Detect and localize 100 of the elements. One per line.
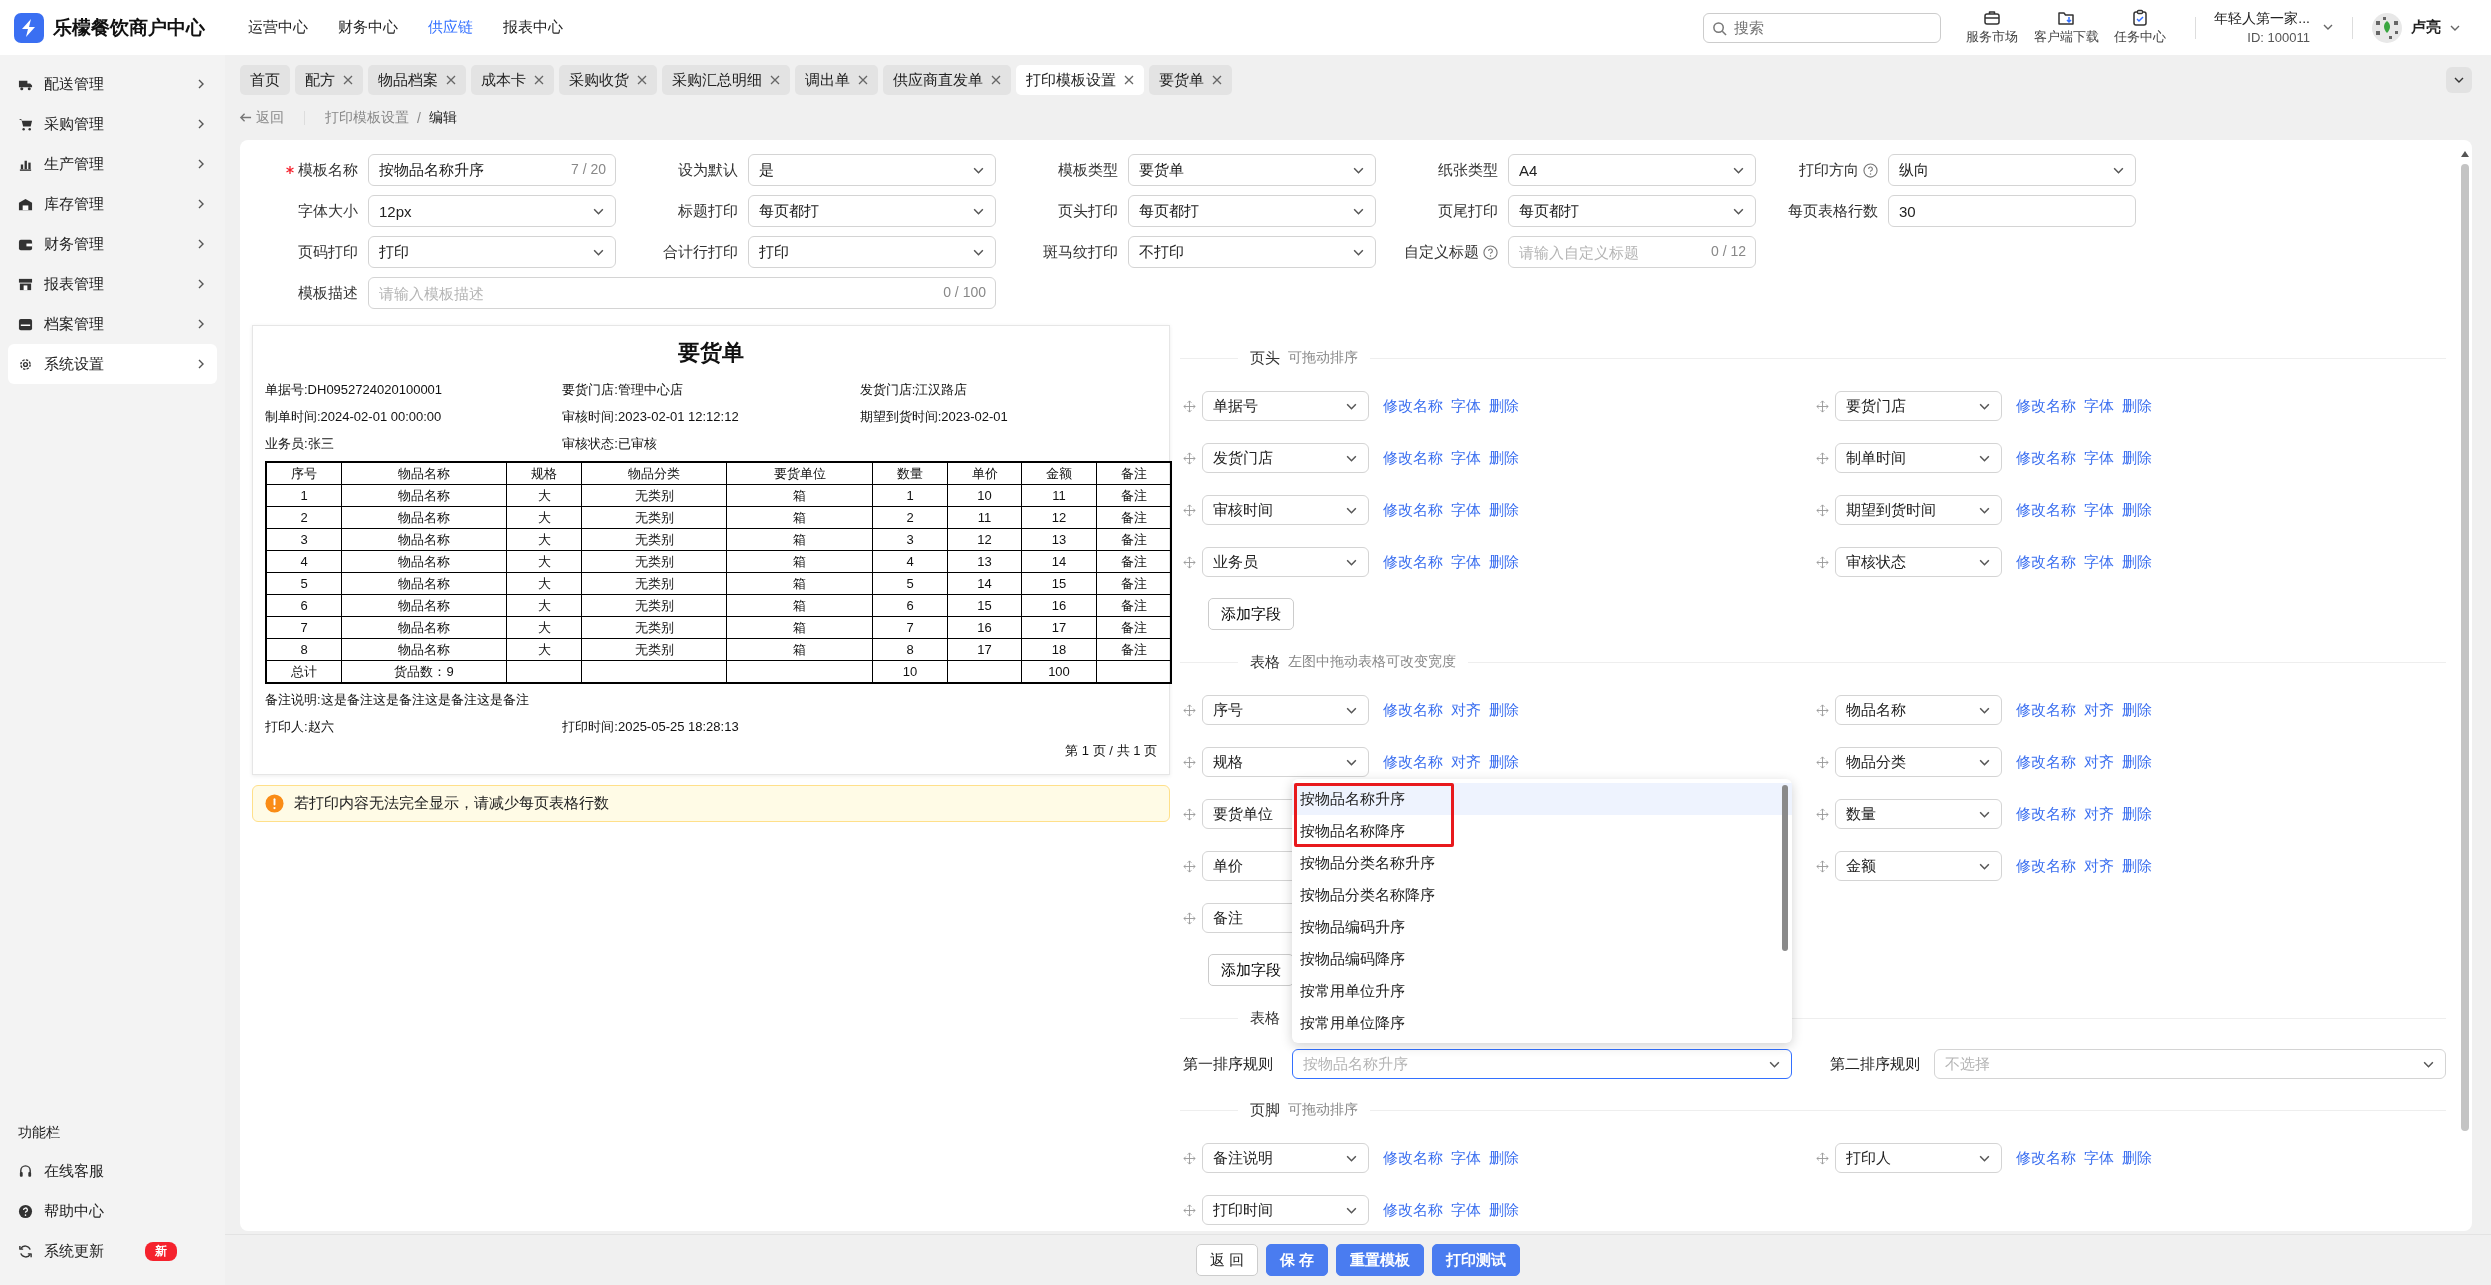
- select-field[interactable]: 打印时间: [1202, 1195, 1369, 1225]
- select-field[interactable]: 序号: [1202, 695, 1369, 725]
- select-field[interactable]: 期望到货时间: [1835, 495, 2002, 525]
- drag-handle-icon[interactable]: [1816, 807, 1829, 821]
- sidebar-item[interactable]: 系统更新 新: [8, 1231, 217, 1271]
- drag-handle-icon[interactable]: [1816, 755, 1829, 769]
- tab[interactable]: 调出单: [795, 65, 878, 95]
- action-link[interactable]: 修改名称: [2016, 804, 2076, 824]
- sidebar-item[interactable]: 系统设置: [8, 344, 217, 384]
- action-link[interactable]: 字体: [1451, 1200, 1481, 1220]
- sidebar-item[interactable]: 生产管理: [8, 144, 217, 184]
- drag-handle-icon[interactable]: [1816, 555, 1829, 569]
- action-link[interactable]: 删除: [2122, 1148, 2152, 1168]
- action-link[interactable]: 修改名称: [2016, 752, 2076, 772]
- action-link[interactable]: 字体: [2084, 396, 2114, 416]
- text-field[interactable]: 30: [1888, 195, 2136, 227]
- select-field[interactable]: 物品名称: [1835, 695, 2002, 725]
- close-icon[interactable]: [343, 75, 353, 85]
- close-icon[interactable]: [858, 75, 868, 85]
- action-link[interactable]: 修改名称: [2016, 448, 2076, 468]
- action-link[interactable]: 删除: [2122, 752, 2152, 772]
- drag-handle-icon[interactable]: [1816, 399, 1829, 413]
- action-link[interactable]: 修改名称: [2016, 1148, 2076, 1168]
- action-link[interactable]: 修改名称: [1383, 396, 1443, 416]
- drag-handle-icon[interactable]: [1816, 503, 1829, 517]
- action-link[interactable]: 删除: [1489, 552, 1519, 572]
- drag-handle-icon[interactable]: [1183, 703, 1196, 717]
- drag-handle-icon[interactable]: [1816, 703, 1829, 717]
- action-link[interactable]: 对齐: [1451, 752, 1481, 772]
- sidebar-item[interactable]: 采购管理: [8, 104, 217, 144]
- action-link[interactable]: 删除: [1489, 500, 1519, 520]
- select-field[interactable]: 业务员: [1202, 547, 1369, 577]
- select-field[interactable]: 打印人: [1835, 1143, 2002, 1173]
- select-field[interactable]: 发货门店: [1202, 443, 1369, 473]
- action-link[interactable]: 修改名称: [1383, 448, 1443, 468]
- select-field[interactable]: 规格: [1202, 747, 1369, 777]
- tab[interactable]: 配方: [295, 65, 363, 95]
- action-button[interactable]: 返 回: [1195, 1244, 1258, 1276]
- select-field[interactable]: 审核时间: [1202, 495, 1369, 525]
- sidebar-item[interactable]: 在线客服: [8, 1151, 217, 1191]
- action-link[interactable]: 字体: [2084, 448, 2114, 468]
- dropdown-option[interactable]: 按物品名称升序: [1292, 783, 1792, 815]
- nav-link[interactable]: 供应链: [428, 18, 473, 37]
- tab[interactable]: 采购收货: [559, 65, 657, 95]
- select-field[interactable]: 制单时间: [1835, 443, 2002, 473]
- nav-link[interactable]: 财务中心: [338, 18, 398, 37]
- action-link[interactable]: 删除: [2122, 700, 2152, 720]
- drag-handle-icon[interactable]: [1183, 807, 1196, 821]
- close-icon[interactable]: [991, 75, 1001, 85]
- action-link[interactable]: 修改名称: [2016, 552, 2076, 572]
- select-field[interactable]: A4: [1508, 154, 1756, 186]
- drag-handle-icon[interactable]: [1183, 1203, 1196, 1217]
- add-field-button[interactable]: 添加字段: [1208, 598, 1294, 630]
- scrollbar[interactable]: [1782, 785, 1788, 951]
- action-link[interactable]: 删除: [2122, 396, 2152, 416]
- drag-handle-icon[interactable]: [1183, 859, 1196, 873]
- sidebar-item[interactable]: 帮助中心: [8, 1191, 217, 1231]
- avatar-icon[interactable]: [2371, 11, 2403, 44]
- select-field[interactable]: 是: [748, 154, 996, 186]
- close-icon[interactable]: [534, 75, 544, 85]
- action-link[interactable]: 字体: [2084, 500, 2114, 520]
- action-link[interactable]: 字体: [2084, 552, 2114, 572]
- action-link[interactable]: 字体: [1451, 552, 1481, 572]
- scrollbar-thumb[interactable]: [2461, 164, 2469, 1131]
- nav-link[interactable]: 报表中心: [503, 18, 563, 37]
- toolbar-button[interactable]: 服务市场: [1955, 9, 2030, 46]
- drag-handle-icon[interactable]: [1816, 451, 1829, 465]
- select-field[interactable]: 纵向: [1888, 154, 2136, 186]
- action-button[interactable]: 打印测试: [1432, 1244, 1521, 1276]
- action-link[interactable]: 字体: [1451, 448, 1481, 468]
- close-icon[interactable]: [770, 75, 780, 85]
- select-field[interactable]: 每页都打: [748, 195, 996, 227]
- close-icon[interactable]: [637, 75, 647, 85]
- sidebar-item[interactable]: 报表管理: [8, 264, 217, 304]
- action-link[interactable]: 修改名称: [1383, 1148, 1443, 1168]
- tab[interactable]: 成本卡: [471, 65, 554, 95]
- dropdown-option[interactable]: 按物品编码降序: [1292, 943, 1792, 975]
- action-link[interactable]: 删除: [1489, 396, 1519, 416]
- action-button[interactable]: 重置模板: [1336, 1244, 1425, 1276]
- action-link[interactable]: 修改名称: [2016, 396, 2076, 416]
- close-icon[interactable]: [446, 75, 456, 85]
- action-link[interactable]: 对齐: [2084, 752, 2114, 772]
- action-link[interactable]: 删除: [1489, 1200, 1519, 1220]
- drag-handle-icon[interactable]: [1183, 503, 1196, 517]
- action-link[interactable]: 修改名称: [2016, 500, 2076, 520]
- action-link[interactable]: 修改名称: [1383, 700, 1443, 720]
- tab[interactable]: 采购汇总明细: [662, 65, 790, 95]
- drag-handle-icon[interactable]: [1183, 451, 1196, 465]
- sidebar-item[interactable]: 档案管理: [8, 304, 217, 344]
- select-field[interactable]: 物品分类: [1835, 747, 2002, 777]
- action-link[interactable]: 删除: [2122, 448, 2152, 468]
- drag-handle-icon[interactable]: [1183, 1151, 1196, 1165]
- action-link[interactable]: 修改名称: [1383, 500, 1443, 520]
- drag-handle-icon[interactable]: [1183, 555, 1196, 569]
- tab[interactable]: 打印模板设置: [1016, 65, 1144, 95]
- action-link[interactable]: 删除: [2122, 500, 2152, 520]
- select-field[interactable]: 要货单: [1128, 154, 1376, 186]
- nav-link[interactable]: 运营中心: [248, 18, 308, 37]
- add-field-button[interactable]: 添加字段: [1208, 954, 1294, 986]
- sidebar-item[interactable]: 配送管理: [8, 64, 217, 104]
